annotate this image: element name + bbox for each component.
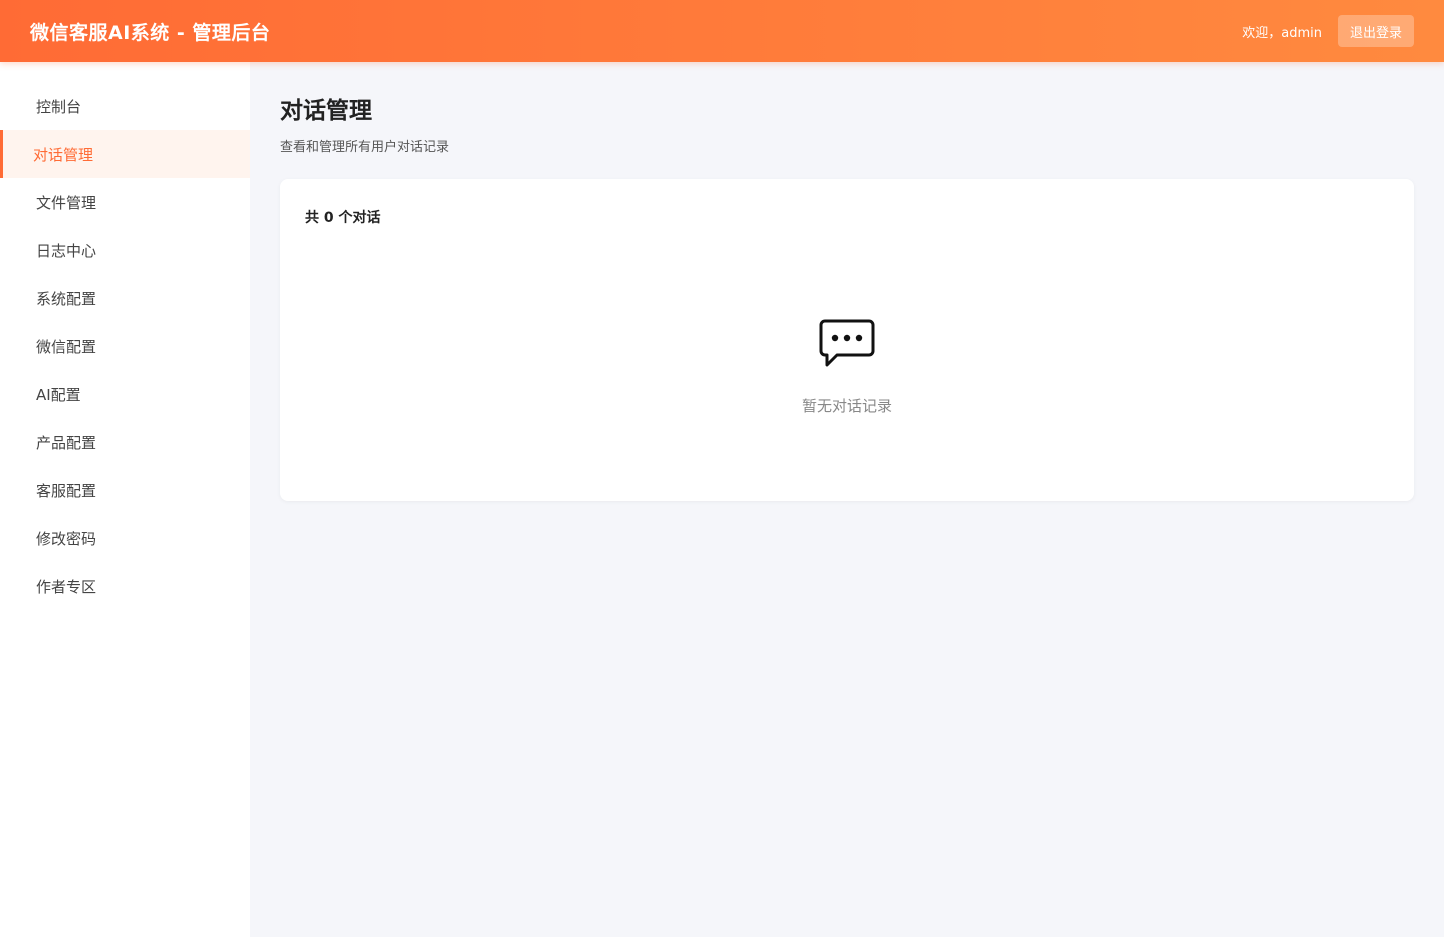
sidebar-item-system-config[interactable]: 系统配置 (0, 274, 250, 322)
empty-state: 暂无对话记录 (280, 319, 1414, 416)
sidebar-item-label: 客服配置 (36, 481, 97, 500)
sidebar-item-label: 产品配置 (36, 433, 97, 452)
sidebar-item-label: 微信配置 (36, 337, 97, 356)
main-content: 对话管理 查看和管理所有用户对话记录 共 0 个对话 暂无对话记录 (280, 62, 1414, 501)
sidebar-item-label: 日志中心 (36, 241, 97, 260)
sidebar-item-label: AI配置 (36, 385, 81, 404)
sidebar-item-product-config[interactable]: 产品配置 (0, 418, 250, 466)
sidebar-item-label: 作者专区 (36, 577, 97, 596)
chat-bubble-icon (819, 319, 875, 367)
sidebar-item-service-config[interactable]: 客服配置 (0, 466, 250, 514)
sidebar-item-ai-config[interactable]: AI配置 (0, 370, 250, 418)
page-title: 对话管理 (280, 98, 372, 124)
sidebar-item-label: 文件管理 (36, 193, 97, 212)
logout-button[interactable]: 退出登录 (1337, 15, 1414, 47)
conversations-card: 共 0 个对话 暂无对话记录 (280, 179, 1414, 501)
sidebar-item-label: 系统配置 (36, 289, 97, 308)
empty-state-text: 暂无对话记录 (801, 397, 892, 415)
sidebar-item-label: 修改密码 (36, 529, 97, 548)
sidebar-item-logs[interactable]: 日志中心 (0, 226, 250, 274)
sidebar-item-dashboard[interactable]: 控制台 (0, 82, 250, 130)
conversation-count: 共 0 个对话 (305, 210, 381, 226)
top-bar-right: 欢迎，admin 退出登录 (1242, 15, 1414, 47)
sidebar-item-label: 对话管理 (33, 145, 94, 164)
sidebar-item-conversations[interactable]: 对话管理 (0, 130, 250, 178)
page-subtitle: 查看和管理所有用户对话记录 (280, 140, 450, 155)
sidebar-item-wechat-config[interactable]: 微信配置 (0, 322, 250, 370)
sidebar-item-files[interactable]: 文件管理 (0, 178, 250, 226)
top-bar: 微信客服AI系统 - 管理后台 欢迎，admin 退出登录 (0, 0, 1444, 62)
app-title: 微信客服AI系统 - 管理后台 (30, 21, 271, 44)
sidebar-item-label: 控制台 (36, 97, 82, 116)
sidebar: 控制台 对话管理 文件管理 日志中心 系统配置 微信配置 AI配置 产品配置 客… (0, 62, 250, 937)
welcome-text: 欢迎，admin (1242, 25, 1322, 41)
sidebar-item-change-password[interactable]: 修改密码 (0, 514, 250, 562)
sidebar-item-author-zone[interactable]: 作者专区 (0, 562, 250, 610)
